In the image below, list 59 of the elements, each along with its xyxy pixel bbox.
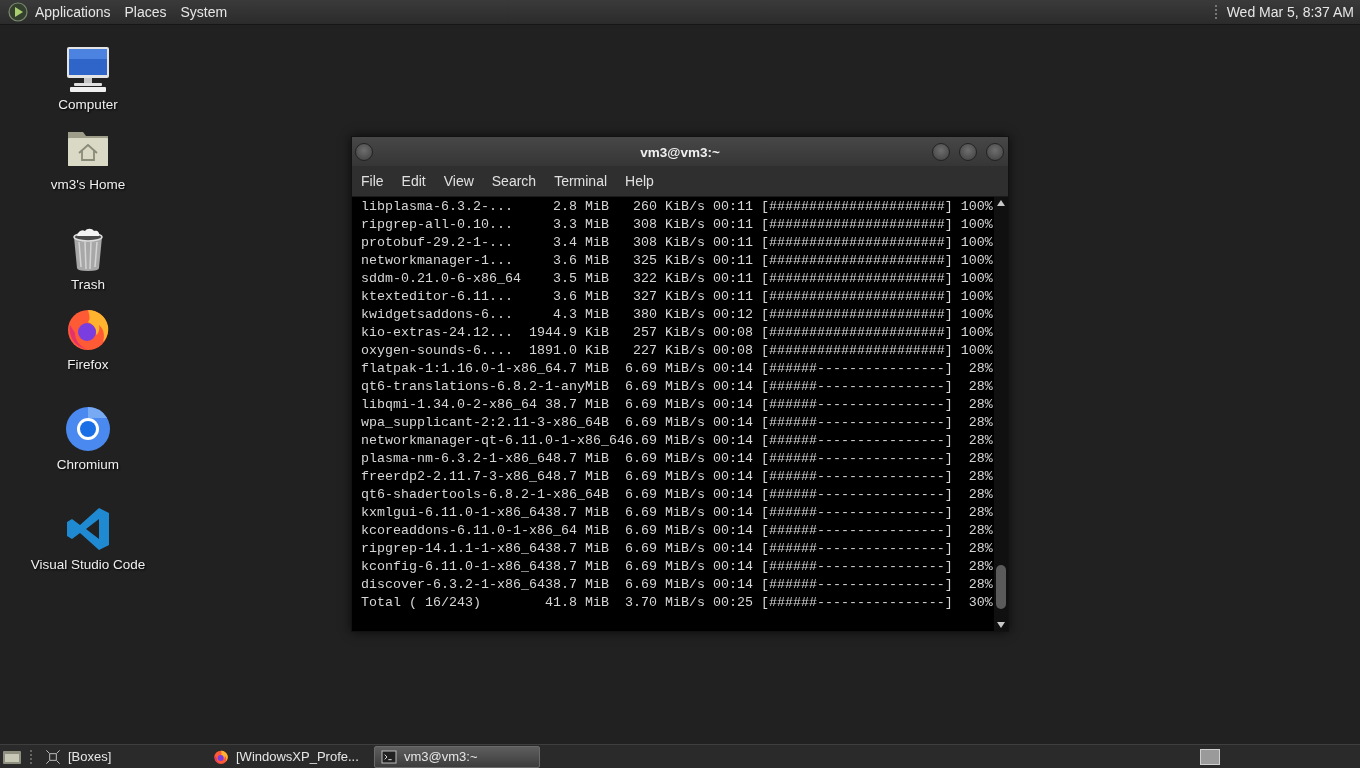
terminal-line: sddm-0.21.0-6-x86_64 3.5 MiB 322 KiB/s 00:11 [######################] 100% <box>361 270 994 288</box>
desktop-icon-label[interactable]: vm3's Home <box>50 176 126 193</box>
ring-logo-icon[interactable] <box>64 405 112 453</box>
taskbar-item[interactable]: vm3@vm3:~ <box>374 745 540 768</box>
terminal-line: kcoreaddons-6.11.0-1-x86_64 MiB 6.69 MiB/s 00:14 [######----------------] 28% <box>361 522 994 540</box>
terminal-line: kwidgetsaddons-6... 4.3 MiB 380 KiB/s 00:12 [######################] 100% <box>361 306 994 324</box>
menu-item[interactable]: View <box>434 167 483 195</box>
menu-logo-icon[interactable] <box>8 2 28 22</box>
window-title: vm3@vm3:~ <box>640 144 720 160</box>
desktop-icon-label[interactable]: Computer <box>58 96 118 113</box>
terminal-line: ktexteditor-6.11... 3.6 MiB 327 KiB/s 00:11 [######################] 100% <box>361 288 994 306</box>
terminal-line: flatpak-1:1.16.0-1-x86_64.7 MiB 6.69 MiB/s 00:14 [######----------------] 28% <box>361 360 994 378</box>
terminal-line: kconfig-6.11.0-1-x86_6438.7 MiB 6.69 MiB/s 00:14 [######----------------] 28% <box>361 558 994 576</box>
maximize-button[interactable] <box>959 142 977 161</box>
terminal-line: ripgrep-all-0.10... 3.3 MiB 308 KiB/s 00:11 [######################] 100% <box>361 216 994 234</box>
terminal-line: kxmlgui-6.11.0-1-x86_6438.7 MiB 6.69 MiB/s 00:14 [######----------------] 28% <box>361 504 994 522</box>
menu-item[interactable]: File <box>352 167 393 195</box>
terminal-icon <box>381 748 397 765</box>
menu-item[interactable]: Search <box>482 167 546 195</box>
taskbar-item[interactable]: [Boxes] <box>38 745 204 768</box>
terminal-line: networkmanager-1... 3.6 MiB 325 KiB/s 00:11 [######################] 100% <box>361 252 994 270</box>
scroll-up-icon[interactable] <box>996 199 1006 207</box>
window-menu-button[interactable] <box>355 142 373 161</box>
terminal-line: discover-6.3.2-1-x86_6438.7 MiB 6.69 MiB/s 00:14 [######----------------] 28% <box>361 576 994 594</box>
desktop-icon-label[interactable]: Chromium <box>56 456 120 473</box>
menu-item[interactable]: Edit <box>392 167 435 195</box>
minimize-button[interactable] <box>932 142 950 161</box>
terminal-line: oxygen-sounds-6.... 1891.0 KiB 227 KiB/s 00:08 [######################] 100% <box>361 342 994 360</box>
workspace-switcher[interactable] <box>1200 748 1220 765</box>
terminal-line: networkmanager-qt-6.11.0-1-x86_646.69 MiB/s 00:14 [######----------------] 28% <box>361 432 994 450</box>
frame-icon <box>45 748 61 765</box>
terminal-line: plasma-nm-6.3.2-1-x86_648.7 MiB 6.69 MiB/s 00:14 [######----------------] 28% <box>361 450 994 468</box>
panel-menu[interactable]: Applications <box>28 0 118 24</box>
terminal-line: ripgrep-14.1.1-1-x86_6438.7 MiB 6.69 MiB/s 00:14 [######----------------] 28% <box>361 540 994 558</box>
terminal-line: libqmi-1.34.0-2-x86_64 38.7 MiB 6.69 MiB/s 00:14 [######----------------] 28% <box>361 396 994 414</box>
ribbon-logo-icon[interactable] <box>64 505 112 553</box>
terminal-line: Total ( 16/243) 41.8 MiB 3.70 MiB/s 00:25 [######----------------] 30% <box>361 594 994 612</box>
panel-menu[interactable]: Places <box>117 0 174 24</box>
flame-globe-icon <box>213 748 229 765</box>
terminal-line: kio-extras-24.12... 1944.9 KiB 257 KiB/s 00:08 [######################] 100% <box>361 324 994 342</box>
terminal-line: freerdp2-2.11.7-3-x86_648.7 MiB 6.69 MiB/s 00:14 [######----------------] 28% <box>361 468 994 486</box>
menu-item[interactable]: Help <box>616 167 663 195</box>
terminal-line: protobuf-29.2-1-... 3.4 MiB 308 KiB/s 00:11 [######################] 100% <box>361 234 994 252</box>
panel-menu[interactable]: System <box>173 0 235 24</box>
desktop-icon-label[interactable]: Trash <box>71 276 105 293</box>
scrollbar-track[interactable] <box>994 197 1008 631</box>
clock-text: Wed Mar 5, 8:37 AM <box>1226 4 1354 20</box>
terminal-line: qt6-translations-6.8.2-1-anyMiB 6.69 MiB/s 00:14 [######----------------] 28% <box>361 378 994 396</box>
terminal-line: qt6-shadertools-6.8.2-1-x86_64B 6.69 MiB/s 00:14 [######----------------] 28% <box>361 486 994 504</box>
scroll-down-icon[interactable] <box>996 621 1006 629</box>
scrollbar-thumb[interactable] <box>996 565 1006 609</box>
terminal-line: libplasma-6.3.2-... 2.8 MiB 260 KiB/s 00:11 [######################] 100% <box>361 198 994 216</box>
monitor-icon[interactable] <box>64 45 112 93</box>
terminal-line: wpa_supplicant-2:2.11-3-x86_64B 6.69 MiB/s 00:14 [######----------------] 28% <box>361 414 994 432</box>
close-button[interactable] <box>986 142 1004 161</box>
desktop-icon-label[interactable]: Firefox <box>67 356 109 373</box>
menu-item[interactable]: Terminal <box>545 167 617 195</box>
taskbar-item[interactable]: [WindowsXP_Profe... <box>206 745 372 768</box>
desktop-icon-label[interactable]: Visual Studio Code <box>30 556 146 573</box>
